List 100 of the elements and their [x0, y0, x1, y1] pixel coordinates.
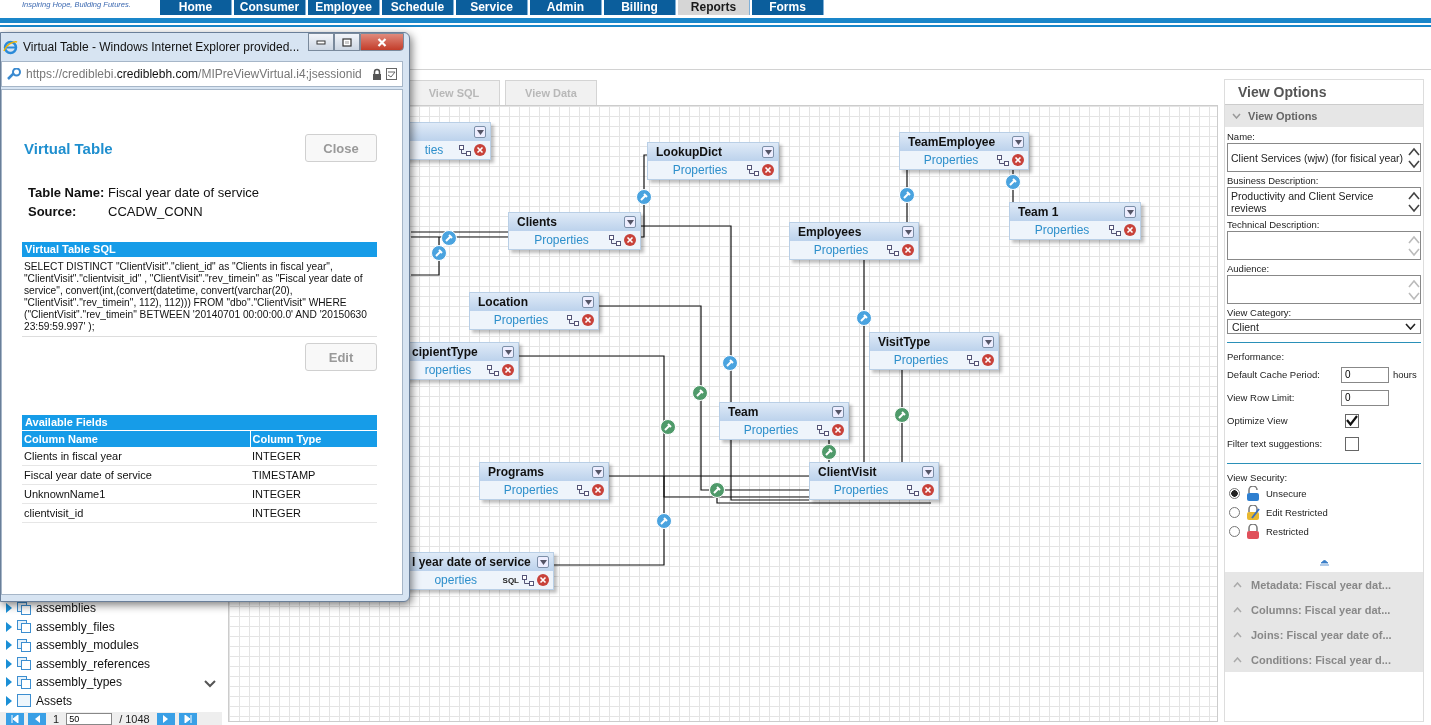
- expand-arrow-icon[interactable]: [6, 677, 12, 688]
- last-page-button[interactable]: [178, 712, 197, 725]
- relation-icon[interactable]: [567, 314, 579, 326]
- remove-icon[interactable]: [624, 234, 636, 246]
- relation-icon[interactable]: [747, 164, 759, 176]
- nav-tab[interactable]: Service: [456, 0, 528, 15]
- nav-tab[interactable]: Reports: [678, 0, 750, 15]
- expand-arrow-icon[interactable]: [6, 621, 12, 632]
- join-marker-icon[interactable]: [894, 407, 910, 423]
- relation-icon[interactable]: [577, 484, 589, 496]
- scroll-down-icon[interactable]: [204, 680, 216, 688]
- expand-arrow-icon[interactable]: [6, 603, 12, 614]
- join-marker-icon[interactable]: [1005, 174, 1021, 190]
- dropdown-button[interactable]: [922, 466, 934, 478]
- dropdown-button[interactable]: [832, 406, 844, 418]
- description-field[interactable]: Productivity and Client Service reviews: [1227, 187, 1421, 216]
- table-node[interactable]: LookupDict Properties: [647, 142, 779, 180]
- table-node[interactable]: ClientVisit Properties: [809, 462, 939, 500]
- remove-icon[interactable]: [1012, 154, 1024, 166]
- nav-tab[interactable]: Admin: [530, 0, 602, 15]
- first-page-button[interactable]: [6, 712, 24, 725]
- join-marker-icon[interactable]: [441, 230, 457, 246]
- radio-button[interactable]: [1229, 507, 1240, 518]
- table-node[interactable]: Programs Properties: [479, 462, 609, 500]
- relation-icon[interactable]: [817, 424, 829, 436]
- remove-icon[interactable]: [762, 164, 774, 176]
- remove-icon[interactable]: [502, 364, 514, 376]
- remove-icon[interactable]: [832, 424, 844, 436]
- relation-icon[interactable]: [1109, 224, 1121, 236]
- checkbox[interactable]: [1345, 436, 1359, 451]
- remove-icon[interactable]: [1124, 224, 1136, 236]
- tree-item[interactable]: assembly_modules: [36, 638, 139, 653]
- expand-arrow-icon[interactable]: [6, 658, 12, 669]
- dropdown-button[interactable]: [762, 146, 774, 158]
- nav-tab[interactable]: Schedule: [382, 0, 454, 15]
- minimize-button[interactable]: [308, 33, 335, 51]
- row-limit-field[interactable]: 0: [1341, 389, 1389, 406]
- tree-item[interactable]: assembly_files: [36, 619, 115, 634]
- remove-icon[interactable]: [474, 144, 486, 156]
- category-select[interactable]: Client: [1227, 319, 1421, 334]
- join-marker-icon[interactable]: [431, 245, 447, 261]
- checkbox[interactable]: [1345, 413, 1359, 428]
- next-page-button[interactable]: [156, 712, 175, 725]
- relation-icon[interactable]: [967, 354, 979, 366]
- cache-period-field[interactable]: 0: [1341, 366, 1389, 383]
- relation-icon[interactable]: [459, 144, 471, 156]
- dropdown-button[interactable]: [1012, 136, 1024, 148]
- tree-item[interactable]: Assets: [36, 693, 72, 708]
- relation-icon[interactable]: [609, 234, 621, 246]
- page-size-field[interactable]: 50: [66, 712, 113, 725]
- dropdown-button[interactable]: [502, 346, 514, 358]
- radio-button[interactable]: [1229, 526, 1240, 537]
- join-marker-icon[interactable]: [692, 385, 708, 401]
- tree-item[interactable]: assembly_references: [36, 656, 151, 671]
- close-button[interactable]: [360, 33, 405, 51]
- dropdown-button[interactable]: [982, 336, 994, 348]
- table-node[interactable]: TeamEmployee Properties: [899, 132, 1029, 170]
- section-header[interactable]: View Options: [1225, 105, 1423, 127]
- nav-tab[interactable]: Forms: [752, 0, 824, 15]
- relation-icon[interactable]: [522, 574, 534, 586]
- remove-icon[interactable]: [592, 484, 604, 496]
- tree-item[interactable]: assemblies: [36, 601, 97, 616]
- relation-icon[interactable]: [487, 364, 499, 376]
- table-node[interactable]: Clients Properties: [508, 212, 641, 250]
- dropdown-button[interactable]: [474, 126, 486, 138]
- table-node[interactable]: Location Properties: [469, 292, 599, 330]
- table-node[interactable]: Employees Properties: [789, 222, 919, 260]
- maximize-button[interactable]: [334, 33, 361, 51]
- relation-icon[interactable]: [997, 154, 1009, 166]
- dropdown-button[interactable]: [1124, 206, 1136, 218]
- dropdown-button[interactable]: [537, 556, 549, 568]
- relation-icon[interactable]: [907, 484, 919, 496]
- name-field[interactable]: Client Services (wjw) (for fisical year): [1227, 143, 1421, 172]
- previous-page-button[interactable]: [28, 712, 46, 725]
- remove-icon[interactable]: [982, 354, 994, 366]
- join-marker-icon[interactable]: [656, 513, 672, 529]
- join-marker-icon[interactable]: [899, 187, 915, 203]
- remove-icon[interactable]: [582, 314, 594, 326]
- table-node[interactable]: Team Properties: [719, 402, 849, 440]
- dropdown-button[interactable]: [902, 226, 914, 238]
- expand-arrow-icon[interactable]: [6, 695, 12, 706]
- remove-icon[interactable]: [902, 244, 914, 256]
- audience-field[interactable]: [1227, 275, 1421, 304]
- join-marker-icon[interactable]: [709, 482, 725, 498]
- join-marker-icon[interactable]: [636, 189, 652, 205]
- nav-tab[interactable]: Home: [160, 0, 232, 15]
- splitter-handle-icon[interactable]: [1319, 560, 1329, 566]
- nav-tab[interactable]: Consumer: [234, 0, 306, 15]
- remove-icon[interactable]: [922, 484, 934, 496]
- nav-tab[interactable]: Employee: [308, 0, 380, 15]
- table-node[interactable]: VisitType Properties: [869, 332, 999, 370]
- tree-item[interactable]: assembly_types: [36, 675, 123, 690]
- join-marker-icon[interactable]: [660, 419, 676, 435]
- nav-tab[interactable]: Billing: [604, 0, 676, 15]
- radio-button[interactable]: [1229, 488, 1240, 499]
- join-marker-icon[interactable]: [821, 444, 837, 460]
- dropdown-button[interactable]: [582, 296, 594, 308]
- join-marker-icon[interactable]: [856, 310, 872, 326]
- table-node[interactable]: Team 1 Properties: [1009, 202, 1141, 240]
- remove-icon[interactable]: [537, 574, 549, 586]
